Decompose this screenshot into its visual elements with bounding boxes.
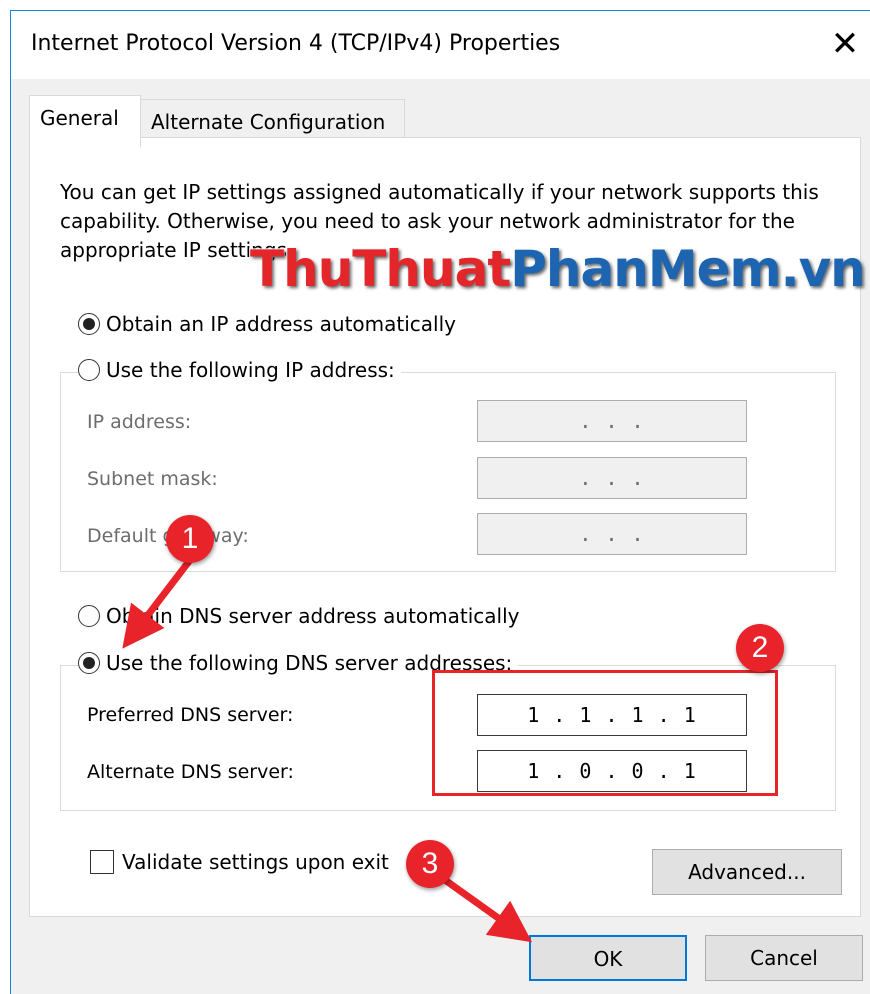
arrow-1: [122, 557, 193, 649]
annotation-badge-1: 1: [166, 515, 214, 563]
arrow-3: [442, 877, 533, 943]
annotation-badge-2: 2: [736, 624, 784, 672]
annotation-badge-3: 3: [406, 840, 454, 888]
